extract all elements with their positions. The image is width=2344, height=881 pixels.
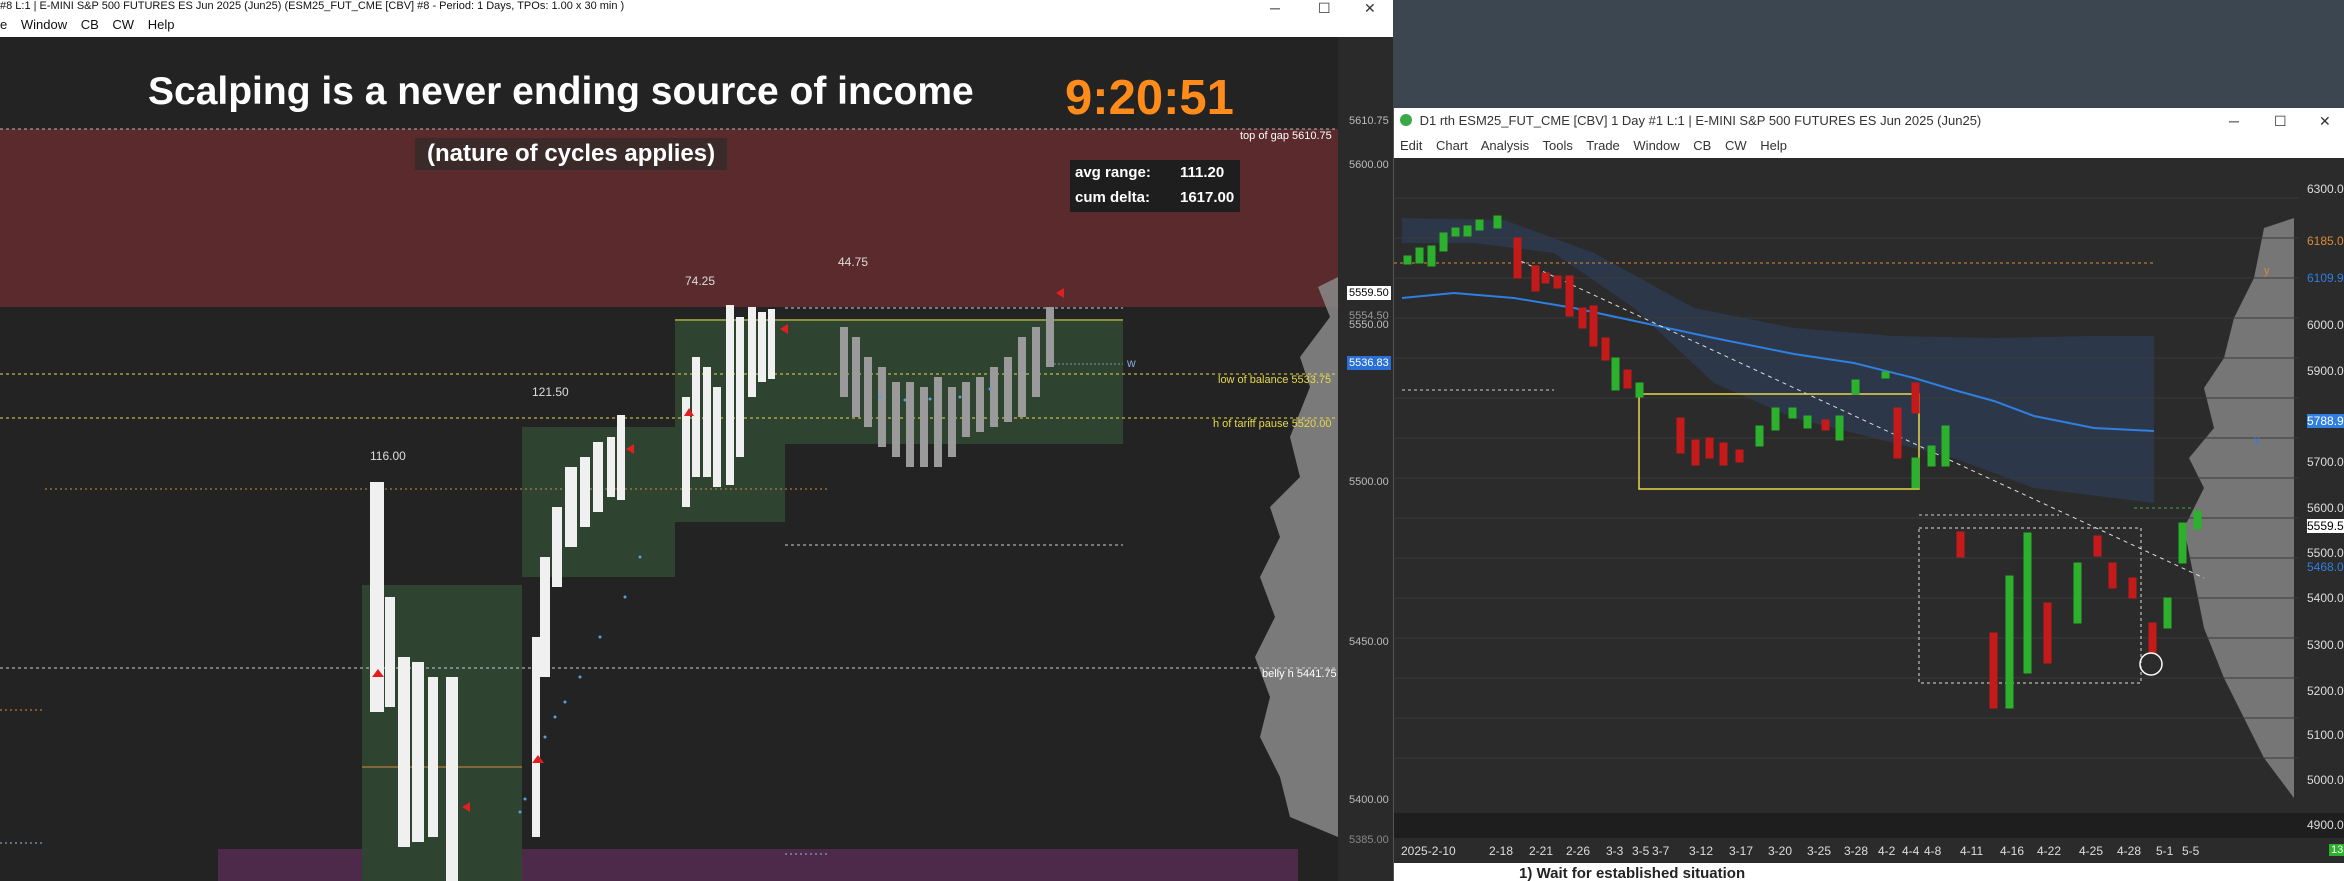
r-axis-6185: 6185.00 — [2307, 234, 2344, 248]
r-axis-5788: 5788.98 — [2307, 414, 2344, 428]
date-5: 3-5 — [1632, 844, 1650, 858]
date-3: 2-26 — [1566, 844, 1591, 858]
cum-delta-label: cum delta: — [1075, 189, 1151, 206]
avg-range-value: 111.20 — [1180, 164, 1225, 181]
date-13: 4-4 — [1902, 844, 1920, 858]
range-label-3: 74.25 — [685, 274, 716, 288]
date-16: 4-16 — [2000, 844, 2025, 858]
date-20: 5-1 — [2156, 844, 2174, 858]
date-14: 4-8 — [1924, 844, 1942, 858]
r-axis-5100: 5100.00 — [2307, 728, 2344, 742]
date-19: 4-28 — [2117, 844, 2142, 858]
r-axis-5700: 5700.00 — [2307, 455, 2344, 469]
r-axis-6300: 6300.00 — [2307, 182, 2344, 196]
menu-edit[interactable]: Edit — [1400, 138, 1422, 153]
date-17: 4-22 — [2037, 844, 2062, 858]
cum-delta-value: 1617.00 — [1180, 189, 1235, 206]
corner-badge: 13 — [2329, 844, 2344, 856]
r-axis-5300: 5300.00 — [2307, 638, 2344, 652]
right-window-title: D1 rth ESM25_FUT_CME [CBV] 1 Day #1 L:1 … — [1419, 113, 1982, 128]
r-axis-5400: 5400.00 — [2307, 591, 2344, 605]
date-15: 4-11 — [1960, 844, 1984, 858]
date-7: 3-12 — [1689, 844, 1714, 858]
date-11: 3-28 — [1844, 844, 1869, 858]
level-label-low-of-balance: low of balance 5533.75 — [1218, 374, 1332, 386]
headline: Scalping is a never ending source of inc… — [148, 70, 974, 113]
date-8: 3-17 — [1729, 844, 1754, 858]
left-menu-bar: e Window CB CW Help — [0, 14, 1393, 37]
range-label-2: 121.50 — [532, 385, 569, 399]
close-icon-right[interactable]: ✕ — [2319, 113, 2331, 130]
menu-cw[interactable]: CW — [1725, 138, 1747, 153]
date-1: 2-18 — [1489, 844, 1514, 858]
date-0: 2025-2-10 — [1401, 844, 1456, 858]
subheadline: (nature of cycles applies) — [415, 138, 728, 170]
menu-help-left[interactable]: Help — [148, 17, 175, 32]
left-chart-window: #8 L:1 | E-MINI S&P 500 FUTURES ES Jun 2… — [0, 0, 1393, 881]
right-chart-window: D1 rth ESM25_FUT_CME [CBV] 1 Day #1 L:1 … — [1393, 108, 2344, 881]
menu-help[interactable]: Help — [1760, 138, 1787, 153]
app-icon — [1400, 114, 1412, 126]
r-axis-5559: 5559.50 — [2307, 519, 2344, 533]
menu-chart[interactable]: Chart — [1436, 138, 1468, 153]
axis-5610: 5610.75 — [1349, 115, 1389, 127]
level-label-tariff-pause: h of tariff pause 5520.00 — [1213, 418, 1332, 430]
r-axis-4900: 4900.00 — [2307, 818, 2344, 832]
menu-edit-left[interactable]: e — [0, 17, 7, 32]
date-4: 3-3 — [1606, 844, 1624, 858]
volume-profile — [1255, 277, 1338, 837]
axis-5400: 5400.00 — [1349, 794, 1389, 806]
menu-tools[interactable]: Tools — [1543, 138, 1573, 153]
axis-5500: 5500.00 — [1349, 476, 1389, 488]
axis-5550: 5550.00 — [1349, 319, 1389, 331]
menu-cw-left[interactable]: CW — [112, 17, 134, 32]
axis-5559: 5559.50 — [1347, 286, 1391, 300]
avg-range-label: avg range: — [1075, 164, 1151, 181]
level-label-top-of-gap: top of gap 5610.75 — [1240, 130, 1332, 142]
right-menu-bar: Edit Chart Analysis Tools Trade Window C… — [1394, 134, 2344, 158]
axis-5600: 5600.00 — [1349, 159, 1389, 171]
level-label-belly-h: belly h 5441.75 — [1262, 668, 1337, 680]
stats-box: avg range: 111.20 cum delta: 1617.00 — [1070, 160, 1240, 212]
menu-analysis[interactable]: Analysis — [1481, 138, 1529, 153]
candlestick-chart[interactable] — [1394, 158, 2344, 838]
r-axis-5000: 5000.00 — [2307, 773, 2344, 787]
clock: 9:20:51 — [1065, 71, 1234, 125]
menu-trade[interactable]: Trade — [1586, 138, 1619, 153]
r-axis-5468: 5468.00 — [2307, 560, 2344, 574]
w-marker: w — [1127, 356, 1136, 370]
date-18: 4-25 — [2079, 844, 2104, 858]
right-title-bar: D1 rth ESM25_FUT_CME [CBV] 1 Day #1 L:1 … — [1394, 108, 2344, 134]
r-axis-5900: 5900.00 — [2307, 364, 2344, 378]
maximize-icon-right[interactable]: ☐ — [2274, 113, 2287, 130]
date-21: 5-5 — [2182, 844, 2200, 858]
left-title-bar: #8 L:1 | E-MINI S&P 500 FUTURES ES Jun 2… — [0, 0, 1393, 14]
axis-5536: 5536.83 — [1347, 356, 1391, 370]
menu-window-left[interactable]: Window — [21, 17, 67, 32]
r-axis-5500: 5500.00 — [2307, 546, 2344, 560]
axis-5450: 5450.00 — [1349, 636, 1389, 648]
r-axis-6109: 6109.93 — [2307, 271, 2344, 285]
r-axis-5600: 5600.00 — [2307, 501, 2344, 515]
date-2: 2-21 — [1529, 844, 1554, 858]
range-label-1: 116.00 — [370, 449, 406, 463]
menu-cb[interactable]: CB — [1693, 138, 1711, 153]
menu-window[interactable]: Window — [1633, 138, 1679, 153]
left-window-title: #8 L:1 | E-MINI S&P 500 FUTURES ES Jun 2… — [0, 0, 625, 12]
menu-cb-left[interactable]: CB — [81, 17, 99, 32]
minimize-icon-right[interactable]: ─ — [2229, 113, 2239, 129]
marker-y-1: y — [2264, 265, 2270, 277]
marker-y-2: y — [2254, 434, 2260, 446]
range-label-4: 44.75 — [838, 255, 869, 269]
axis-5385: 5385.00 — [1349, 834, 1389, 846]
r-axis-6000: 6000.00 — [2307, 318, 2344, 332]
r-axis-5200: 5200.00 — [2307, 684, 2344, 698]
bottom-text: 1) Wait for established situation — [1519, 865, 1746, 881]
date-12: 4-2 — [1878, 844, 1896, 858]
date-10: 3-25 — [1807, 844, 1832, 858]
bottom-panel: 1) Wait for established situation — [1394, 863, 2344, 881]
date-6: 3-7 — [1652, 844, 1670, 858]
date-9: 3-20 — [1768, 844, 1793, 858]
